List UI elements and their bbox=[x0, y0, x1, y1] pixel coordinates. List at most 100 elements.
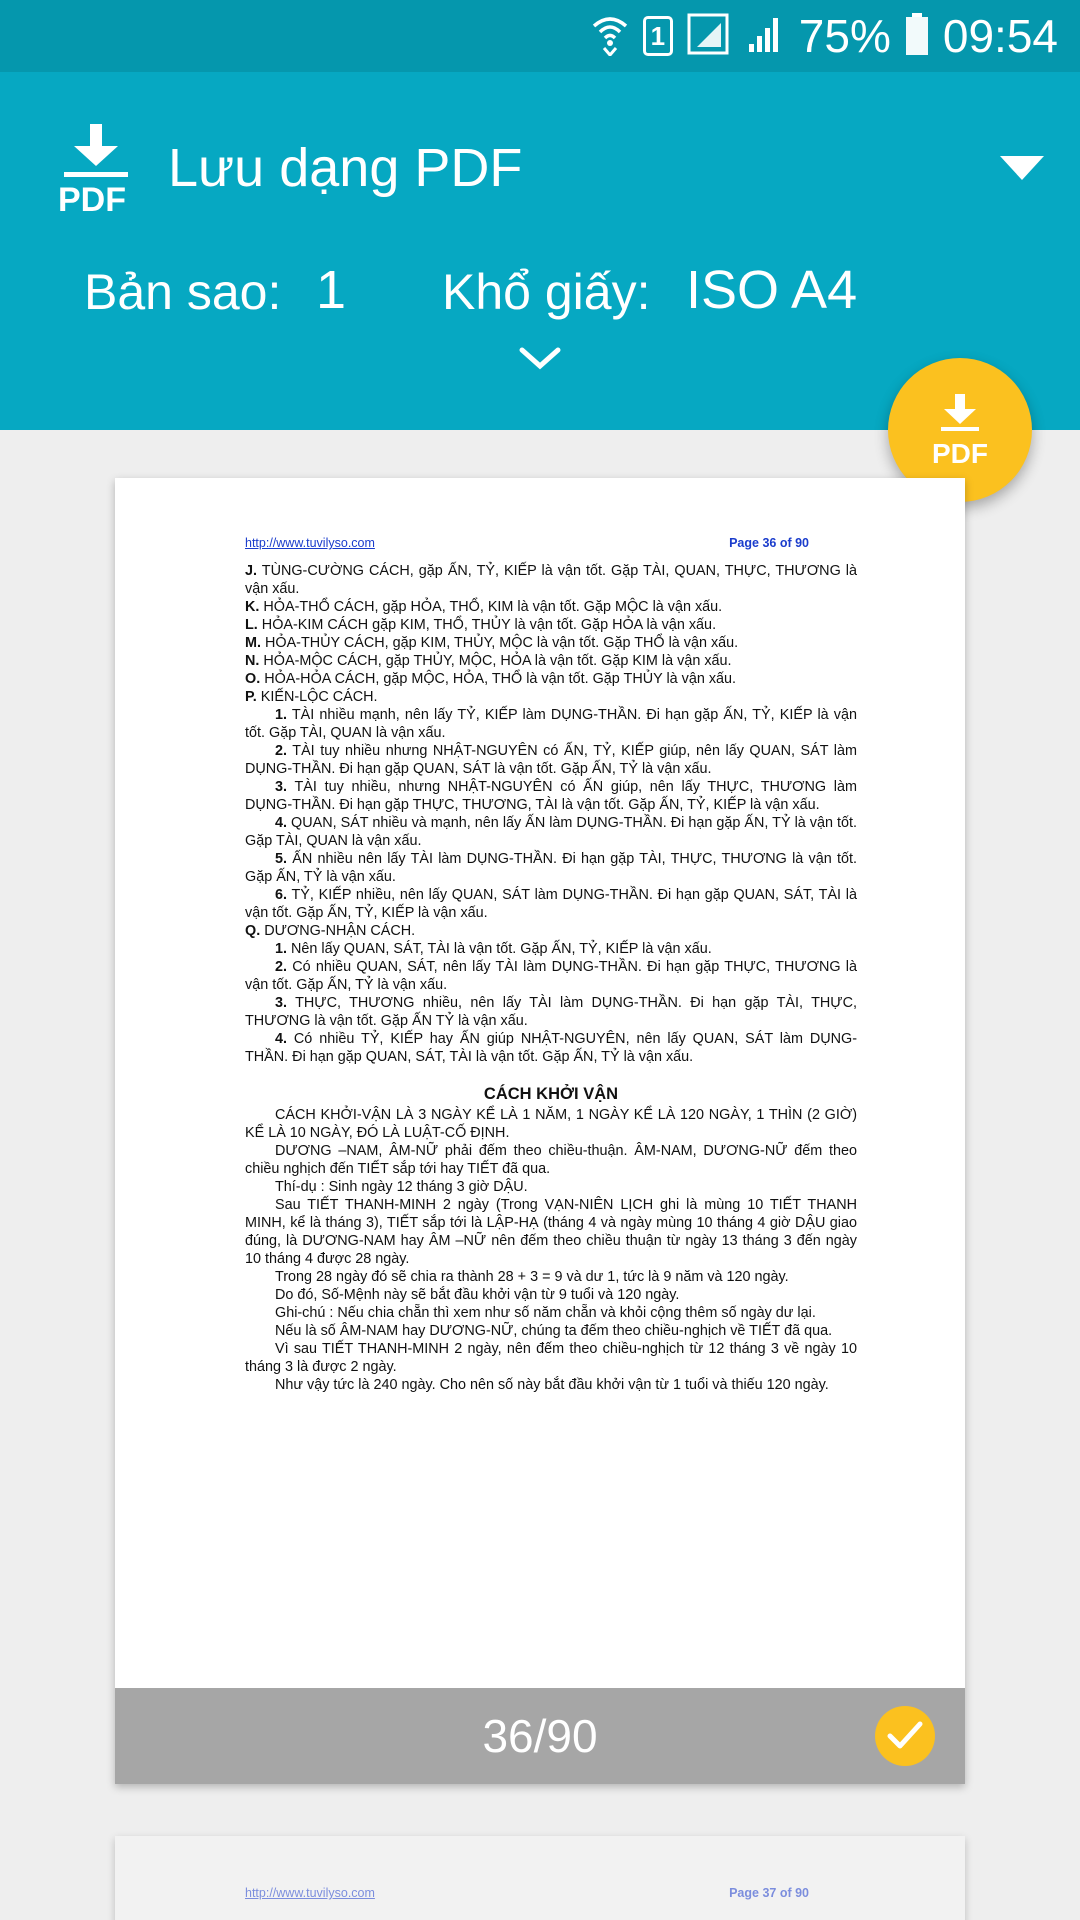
line-text: HỎA-HỎA CÁCH, gặp MỘC, HỎA, THỔ là vận t… bbox=[260, 671, 737, 687]
line-text: Sau TIẾT THANH-MINH 2 ngày (Trong VẠN-NI… bbox=[245, 1197, 857, 1267]
item-marker: P. bbox=[245, 689, 257, 705]
page-text-line: 1. Nên lấy QUAN, SÁT, TÀI là vận tốt. Gặ… bbox=[245, 940, 857, 958]
line-text: CÁCH KHỞI-VẬN LÀ 3 NGÀY KỂ LÀ 1 NĂM, 1 N… bbox=[245, 1107, 857, 1141]
expand-options-chevron-icon[interactable] bbox=[518, 344, 562, 372]
page-header-number: Page 36 of 90 bbox=[729, 536, 809, 550]
item-marker: L. bbox=[245, 617, 258, 633]
item-marker: N. bbox=[245, 653, 260, 669]
page-header: http://www.tuvilyso.com Page 36 of 90 bbox=[245, 534, 857, 552]
copies-label: Bản sao: bbox=[84, 264, 282, 320]
printer-title[interactable]: Lưu dạng PDF bbox=[168, 136, 522, 200]
item-marker: 2. bbox=[275, 743, 288, 759]
item-marker: 4. bbox=[275, 815, 288, 831]
item-marker: 2. bbox=[275, 959, 288, 975]
line-text: Nếu là số ÂM-NAM hay DƯƠNG-NỮ, chúng ta … bbox=[275, 1323, 833, 1339]
next-page-header-link: http://www.tuvilyso.com bbox=[245, 1886, 375, 1900]
page-text-line: 1. TÀI nhiều mạnh, nên lấy TỶ, KIẾP làm … bbox=[245, 706, 857, 742]
page-preview-current[interactable]: http://www.tuvilyso.com Page 36 of 90 J.… bbox=[115, 478, 965, 1784]
line-text: DƯƠNG –NAM, ÂM-NỮ phải đếm theo chiều-th… bbox=[245, 1143, 857, 1177]
line-text: Trong 28 ngày đó sẽ chia ra thành 28 + 3… bbox=[275, 1269, 789, 1285]
status-bar: 1 75% 09:54 bbox=[0, 0, 1080, 72]
signal-sim2-icon bbox=[745, 14, 785, 59]
line-text: Do đó, Số-Mệnh này sẽ bắt đầu khởi vận t… bbox=[275, 1287, 680, 1303]
page-text-line: L. HỎA-KIM CÁCH gặp KIM, THỔ, THỦY là vậ… bbox=[245, 616, 857, 634]
page-text-line: Q. DƯƠNG-NHẬN CÁCH. bbox=[245, 922, 857, 940]
line-text: TÀI tuy nhiều, nhưng NHẬT-NGUYÊN có ẤN g… bbox=[245, 779, 857, 813]
page-text-line: Vì sau TIẾT THANH-MINH 2 ngày, nên đếm t… bbox=[245, 1340, 857, 1376]
sim-badge: 1 bbox=[642, 16, 673, 56]
line-text: HỎA-THỔ CÁCH, gặp HỎA, THỔ, KIM là vận t… bbox=[259, 599, 723, 615]
page-body: J. TÙNG-CƯỜNG CÁCH, gặp ẤN, TỶ, KIẾP là … bbox=[245, 562, 857, 1394]
page-text-line: 4. Có nhiều TỶ, KIẾP hay ẤN giúp NHẬT-NG… bbox=[245, 1030, 857, 1066]
fab-label: PDF bbox=[932, 438, 988, 469]
pdf-logo-text: PDF bbox=[58, 181, 126, 219]
item-marker: 1. bbox=[275, 707, 288, 723]
line-text: ẤN nhiều nên lấy TÀI làm DỤNG-THẦN. Đi h… bbox=[245, 851, 857, 885]
line-text: Ghi-chú : Nếu chia chẵn thì xem như số n… bbox=[275, 1305, 816, 1321]
copies-value[interactable]: 1 bbox=[316, 258, 346, 322]
item-marker: O. bbox=[245, 671, 261, 687]
line-text: TÙNG-CƯỜNG CÁCH, gặp ẤN, TỶ, KIẾP là vận… bbox=[245, 563, 857, 597]
page-text-line: 2. TÀI tuy nhiều nhưng NHẬT-NGUYÊN có ẤN… bbox=[245, 742, 857, 778]
item-marker: K. bbox=[245, 599, 260, 615]
status-icons: 1 75% 09:54 bbox=[591, 10, 1058, 62]
line-text: Như vậy tức là 240 ngày. Cho nên số này … bbox=[275, 1377, 829, 1393]
clock: 09:54 bbox=[942, 10, 1058, 62]
page-preview-next[interactable]: http://www.tuvilyso.com Page 37 of 90 bbox=[115, 1836, 965, 1920]
page-text-line: Trong 28 ngày đó sẽ chia ra thành 28 + 3… bbox=[245, 1268, 857, 1286]
line-text: KIẾN-LỘC CÁCH. bbox=[256, 689, 378, 705]
page-text-line: Thí-dụ : Sinh ngày 12 tháng 3 giờ DẬU. bbox=[245, 1178, 857, 1196]
page-text-line: Như vậy tức là 240 ngày. Cho nên số này … bbox=[245, 1376, 857, 1394]
line-text: TỶ, KIẾP nhiều, nên lấy QUAN, SÁT làm DỤ… bbox=[245, 887, 857, 921]
page-text-line: O. HỎA-HỎA CÁCH, gặp MỘC, HỎA, THỔ là vậ… bbox=[245, 670, 857, 688]
item-marker: 3. bbox=[275, 995, 288, 1011]
page-text-line: 2. Có nhiều QUAN, SÁT, nên lấy TÀI làm D… bbox=[245, 958, 857, 994]
item-marker: M. bbox=[245, 635, 261, 651]
line-text: Có nhiều TỶ, KIẾP hay ẤN giúp NHẬT-NGUYÊ… bbox=[245, 1031, 857, 1065]
page-text-line: Do đó, Số-Mệnh này sẽ bắt đầu khởi vận t… bbox=[245, 1286, 857, 1304]
line-text: Vì sau TIẾT THANH-MINH 2 ngày, nên đếm t… bbox=[245, 1341, 857, 1375]
item-marker: 5. bbox=[275, 851, 288, 867]
page-text-line: P. KIẾN-LỘC CÁCH. bbox=[245, 688, 857, 706]
item-marker: 3. bbox=[275, 779, 288, 795]
line-text: HỎA-KIM CÁCH gặp KIM, THỔ, THỦY là vận t… bbox=[257, 617, 717, 633]
item-marker: 6. bbox=[275, 887, 288, 903]
page-text-line: Nếu là số ÂM-NAM hay DƯƠNG-NỮ, chúng ta … bbox=[245, 1322, 857, 1340]
page-text-line: CÁCH KHỞI-VẬN LÀ 3 NGÀY KỂ LÀ 1 NĂM, 1 N… bbox=[245, 1106, 857, 1142]
battery-icon bbox=[905, 12, 929, 61]
battery-percent: 75% bbox=[798, 10, 891, 62]
line-text: THỰC, THƯƠNG nhiều, nên lấy TÀI làm DỤNG… bbox=[245, 995, 857, 1029]
printer-dropdown-icon[interactable] bbox=[1000, 156, 1044, 180]
page-text-line: Ghi-chú : Nếu chia chẵn thì xem như số n… bbox=[245, 1304, 857, 1322]
item-marker: Q. bbox=[245, 923, 261, 939]
page-text-line: N. HỎA-MỘC CÁCH, gặp THỦY, MỘC, HỎA là v… bbox=[245, 652, 857, 670]
page-footer: 36/90 bbox=[115, 1688, 965, 1784]
page-text-line: 6. TỶ, KIẾP nhiều, nên lấy QUAN, SÁT làm… bbox=[245, 886, 857, 922]
page-text-line: K. HỎA-THỔ CÁCH, gặp HỎA, THỔ, KIM là vậ… bbox=[245, 598, 857, 616]
line-text: Có nhiều QUAN, SÁT, nên lấy TÀI làm DỤNG… bbox=[245, 959, 857, 993]
item-marker: J. bbox=[245, 563, 258, 579]
download-pdf-icon: PDF bbox=[56, 122, 136, 222]
line-text: DƯƠNG-NHẬN CÁCH. bbox=[260, 923, 416, 939]
page-text-line: M. HỎA-THỦY CÁCH, gặp KIM, THỦY, MỘC là … bbox=[245, 634, 857, 652]
line-text: QUAN, SÁT nhiều và mạnh, nên lấy ẤN làm … bbox=[245, 815, 857, 849]
item-marker: 4. bbox=[275, 1031, 288, 1047]
next-page-header-number: Page 37 of 90 bbox=[729, 1886, 809, 1900]
item-marker: 1. bbox=[275, 941, 288, 957]
paper-size-label: Khổ giấy: bbox=[442, 264, 651, 320]
page-text-line: 3. TÀI tuy nhiều, nhưng NHẬT-NGUYÊN có Ấ… bbox=[245, 778, 857, 814]
page-text-line: 5. ẤN nhiều nên lấy TÀI làm DỤNG-THẦN. Đ… bbox=[245, 850, 857, 886]
signal-sim1-icon bbox=[687, 13, 731, 60]
page-counter: 36/90 bbox=[482, 1710, 598, 1762]
line-text: Nên lấy QUAN, SÁT, TÀI là vận tốt. Gặp Ấ… bbox=[287, 941, 712, 957]
page-text-line: J. TÙNG-CƯỜNG CÁCH, gặp ẤN, TỶ, KIẾP là … bbox=[245, 562, 857, 598]
paper-size-value[interactable]: ISO A4 bbox=[686, 258, 857, 322]
page-selected-check-icon[interactable] bbox=[875, 1706, 935, 1766]
line-text: HỎA-THỦY CÁCH, gặp KIM, THỦY, MỘC là vận… bbox=[261, 635, 739, 651]
line-text: TÀI nhiều mạnh, nên lấy TỶ, KIẾP làm DỤN… bbox=[245, 707, 857, 741]
line-text: HỎA-MỘC CÁCH, gặp THỦY, MỘC, HỎA là vận … bbox=[259, 653, 732, 669]
page-text-line: DƯƠNG –NAM, ÂM-NỮ phải đếm theo chiều-th… bbox=[245, 1142, 857, 1178]
line-text: TÀI tuy nhiều nhưng NHẬT-NGUYÊN có ẤN, T… bbox=[245, 743, 857, 777]
page-text-line: 3. THỰC, THƯƠNG nhiều, nên lấy TÀI làm D… bbox=[245, 994, 857, 1030]
page-text-line: 4. QUAN, SÁT nhiều và mạnh, nên lấy ẤN l… bbox=[245, 814, 857, 850]
